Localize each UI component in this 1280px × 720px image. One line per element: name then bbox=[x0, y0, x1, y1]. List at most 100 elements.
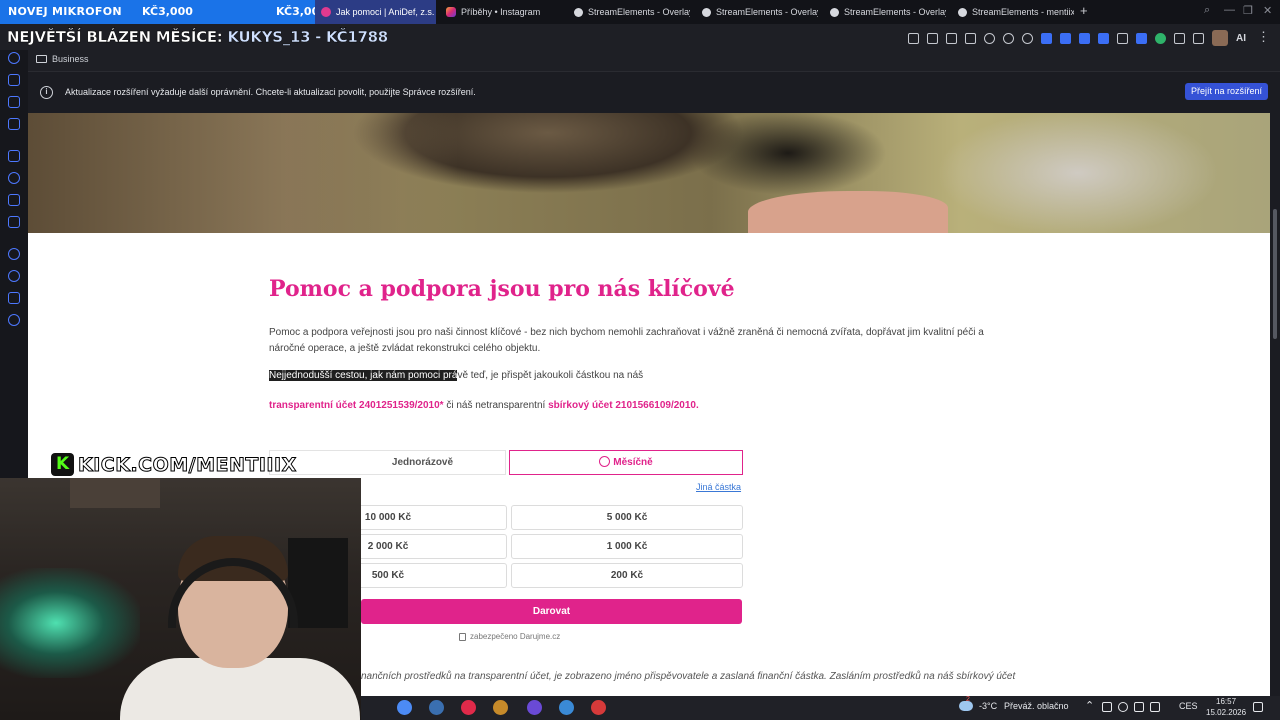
instagram-icon bbox=[446, 7, 456, 17]
avatar[interactable] bbox=[1212, 30, 1228, 46]
tab-jak-pomoci[interactable]: Jak pomoci | AniDef, z.s. bbox=[315, 0, 436, 24]
sidebar-wallet-icon[interactable] bbox=[8, 96, 20, 108]
sidebar-instagram-icon[interactable] bbox=[8, 194, 20, 206]
hero-image bbox=[28, 113, 1270, 233]
bookmark-business[interactable]: Business bbox=[36, 54, 89, 64]
minimize-icon[interactable]: — bbox=[1224, 4, 1235, 16]
translate-icon[interactable] bbox=[965, 32, 976, 44]
tab-label: StreamElements - Overlay bbox=[588, 7, 690, 17]
tab-streamelements-mentiix[interactable]: StreamElements - mentiix bbox=[952, 0, 1074, 24]
link-ext-icon[interactable] bbox=[1060, 32, 1071, 44]
frequency-label: Měsíčně bbox=[613, 457, 653, 468]
menu-kebab-icon[interactable]: ⋮ bbox=[1257, 29, 1270, 45]
tab-label: Jak pomoci | AniDef, z.s. bbox=[336, 7, 435, 17]
sidebar-twitch-icon[interactable] bbox=[8, 150, 20, 162]
sidebar-settings-icon[interactable] bbox=[8, 314, 20, 326]
go-to-extensions-button[interactable]: Přejít na rozšíření bbox=[1184, 83, 1268, 100]
webcam-glow bbox=[0, 568, 140, 678]
microphone-icon[interactable] bbox=[1118, 702, 1128, 712]
amount-option[interactable]: 1 000 Kč bbox=[511, 534, 743, 559]
accounts-middle: či náš netransparentní bbox=[443, 400, 549, 411]
tab-instagram[interactable]: Příběhy • Instagram bbox=[440, 0, 560, 24]
bookmark-ext-icon[interactable] bbox=[1079, 32, 1090, 44]
speaker-icon[interactable] bbox=[1102, 702, 1112, 712]
streamelements-icon bbox=[830, 7, 839, 17]
steam-icon[interactable] bbox=[429, 700, 444, 715]
clock-time: 16:57 bbox=[1216, 697, 1237, 706]
sidebar-history-icon[interactable] bbox=[8, 52, 20, 64]
shield-icon[interactable] bbox=[946, 32, 957, 44]
other-amount-link[interactable]: Jiná částka bbox=[696, 482, 741, 492]
search-tabs-icon[interactable]: ⌕ bbox=[1204, 4, 1210, 17]
amount-option[interactable]: 5 000 Kč bbox=[511, 505, 743, 530]
help-text-rest: vě teď, je přispět jakoukoli částkou na … bbox=[457, 370, 644, 381]
volume-icon[interactable] bbox=[1150, 702, 1160, 712]
webcam-shelf bbox=[70, 478, 160, 508]
sidebar-mail-icon[interactable] bbox=[8, 118, 20, 130]
amount-label: 1 000 Kč bbox=[606, 541, 648, 552]
heart-icon bbox=[321, 7, 331, 17]
secured-note: zabezpečeno Darujme.cz bbox=[459, 632, 560, 641]
clock[interactable]: 16:57 15.02.2026 bbox=[1206, 696, 1246, 718]
tab-label: StreamElements - Overlay bbox=[844, 7, 946, 17]
streamlabs-icon[interactable] bbox=[559, 700, 574, 715]
ai-button[interactable]: AI bbox=[1236, 33, 1246, 44]
frequency-monthly[interactable]: Měsíčně bbox=[509, 450, 743, 475]
weather-badge: 2 bbox=[966, 696, 970, 703]
amount-label: 200 Kč bbox=[610, 570, 644, 581]
windows-taskbar: 2 -3°C Převáž. oblačno ⌃ CES 16:57 15.02… bbox=[361, 696, 1280, 720]
top-supporter-overlay: NEJVĚTŠÍ BLÁZEN MĚSÍCE: KUKYS_13 - KČ178… bbox=[7, 28, 389, 46]
donate-button[interactable]: Darovat bbox=[361, 599, 742, 624]
amount-option[interactable]: 200 Kč bbox=[511, 563, 743, 588]
sidebar-player-icon[interactable] bbox=[8, 248, 20, 260]
discord-icon[interactable] bbox=[527, 700, 542, 715]
banner-message: Aktualizace rozšíření vyžaduje další opr… bbox=[65, 87, 476, 97]
extensions-puzzle-icon[interactable] bbox=[1174, 32, 1185, 44]
collection-account-link[interactable]: sbírkový účet 2101566109/2010. bbox=[548, 400, 699, 411]
sidebar-clock-icon[interactable] bbox=[8, 270, 20, 282]
downloads-icon[interactable] bbox=[1193, 32, 1204, 44]
pen-icon[interactable] bbox=[1117, 32, 1128, 44]
play-icon[interactable] bbox=[984, 32, 995, 44]
notifications-icon[interactable] bbox=[1253, 702, 1263, 712]
sidebar-x-icon[interactable] bbox=[8, 216, 20, 228]
scrollbar-thumb[interactable] bbox=[1273, 209, 1277, 339]
sidebar-games-icon[interactable] bbox=[8, 292, 20, 304]
sidebar-messenger-icon[interactable] bbox=[8, 172, 20, 184]
show-hidden-icons-icon[interactable]: ⌃ bbox=[1085, 699, 1094, 712]
tab-streamelements-1[interactable]: StreamElements - Overlay bbox=[568, 0, 690, 24]
streamelements-icon bbox=[574, 7, 583, 17]
amount-label: 5 000 Kč bbox=[606, 512, 648, 523]
chrome-icon[interactable] bbox=[397, 700, 412, 715]
vpn-icon[interactable] bbox=[1022, 32, 1033, 44]
obs-icon[interactable] bbox=[591, 700, 606, 715]
webcam-feed bbox=[0, 478, 361, 720]
grammarly-icon[interactable] bbox=[1155, 32, 1166, 44]
transparent-account-link[interactable]: transparentní účet 2401251539/2010* bbox=[269, 400, 444, 411]
mic-goal-overlay: NOVEJ MIKROFON KČ3,000 KČ3,000 bbox=[0, 0, 327, 24]
discord-ext-icon[interactable] bbox=[1098, 32, 1109, 44]
tab-strip: NOVEJ MIKROFON KČ3,000 KČ3,000 Jak pomoc… bbox=[0, 0, 1280, 24]
page-title: Pomoc a podpora jsou pro nás klíčové bbox=[269, 276, 735, 302]
hero-hand bbox=[748, 191, 948, 233]
restore-icon[interactable]: ❐ bbox=[1243, 4, 1253, 17]
page-scrollbar[interactable] bbox=[1270, 113, 1280, 696]
tab-streamelements-3[interactable]: StreamElements - Overlay bbox=[824, 0, 946, 24]
language-indicator[interactable]: CES bbox=[1179, 701, 1198, 711]
app-icon[interactable] bbox=[493, 700, 508, 715]
top-supporter-name: KUKYS_13 - KČ1788 bbox=[227, 28, 388, 46]
pin-icon[interactable] bbox=[908, 32, 919, 44]
clock-date: 15.02.2026 bbox=[1206, 708, 1247, 717]
youtube-music-icon[interactable] bbox=[461, 700, 476, 715]
network-icon[interactable] bbox=[1134, 702, 1144, 712]
extensions-bar: AI bbox=[908, 30, 1246, 46]
chat-ext-icon[interactable] bbox=[1136, 32, 1147, 44]
heart-outline-icon[interactable] bbox=[1003, 32, 1014, 44]
sidebar-flask-icon[interactable] bbox=[8, 74, 20, 86]
frequency-one-time[interactable]: Jednorázově bbox=[269, 450, 506, 475]
screenshot-icon[interactable] bbox=[927, 32, 938, 44]
tab-streamelements-2[interactable]: StreamElements - Overlay bbox=[696, 0, 818, 24]
download-ext-icon[interactable] bbox=[1041, 32, 1052, 44]
close-icon[interactable]: ✕ bbox=[1263, 4, 1272, 17]
new-tab-plus-icon[interactable]: + bbox=[1080, 3, 1088, 18]
